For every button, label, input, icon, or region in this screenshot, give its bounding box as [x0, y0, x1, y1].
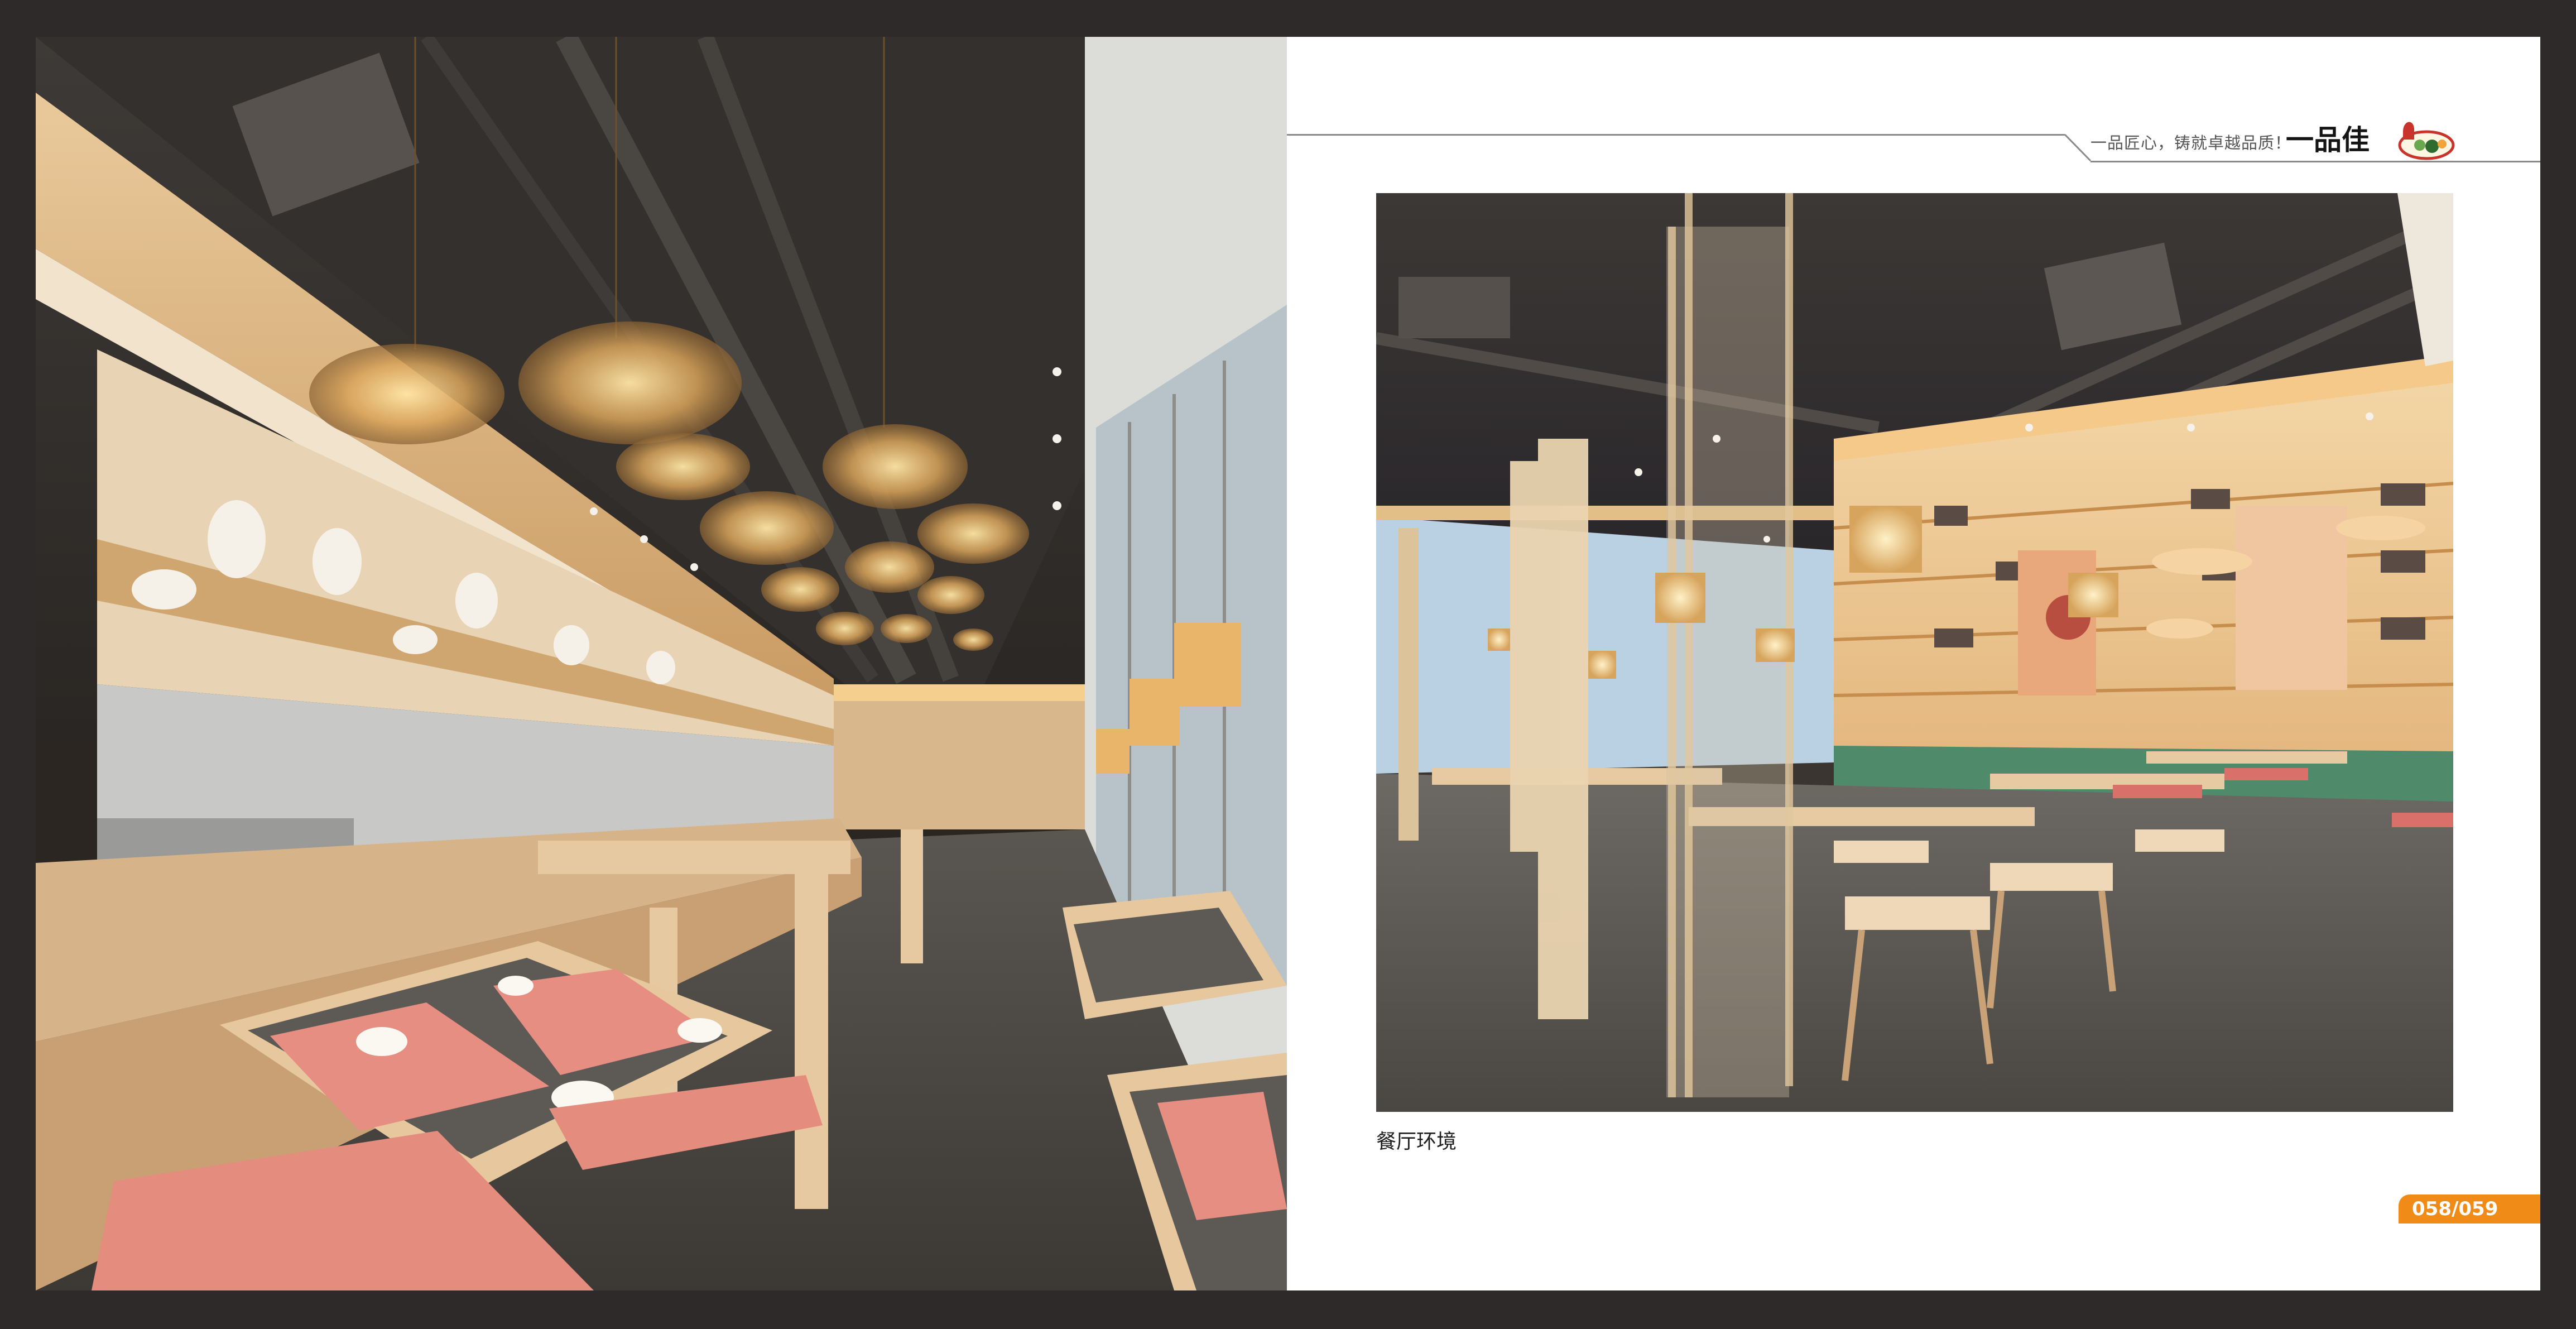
page-number-badge: 058/059 [2399, 1194, 2540, 1224]
right-restaurant-photo [1376, 193, 2453, 1112]
header-tagline: 一品匠心，铸就卓越品质！ [2090, 133, 2292, 152]
header-rule-slant [2064, 134, 2092, 162]
page-number-text: 058/059 [2412, 1198, 2498, 1220]
brand-logo-icon [2398, 122, 2455, 160]
right-photo-illustration [1376, 193, 2453, 1112]
header-rule-left [1287, 134, 2065, 136]
left-restaurant-photo [36, 37, 1287, 1290]
left-photo-illustration [36, 37, 1287, 1290]
photo-caption: 餐厅环境 [1376, 1130, 1457, 1153]
right-page: 一品匠心，铸就卓越品质！ 一品佳 餐厅环境 058/059 [1287, 37, 2540, 1290]
brand-name: 一品佳 [2286, 123, 2370, 156]
header-rule-right [2090, 161, 2540, 162]
